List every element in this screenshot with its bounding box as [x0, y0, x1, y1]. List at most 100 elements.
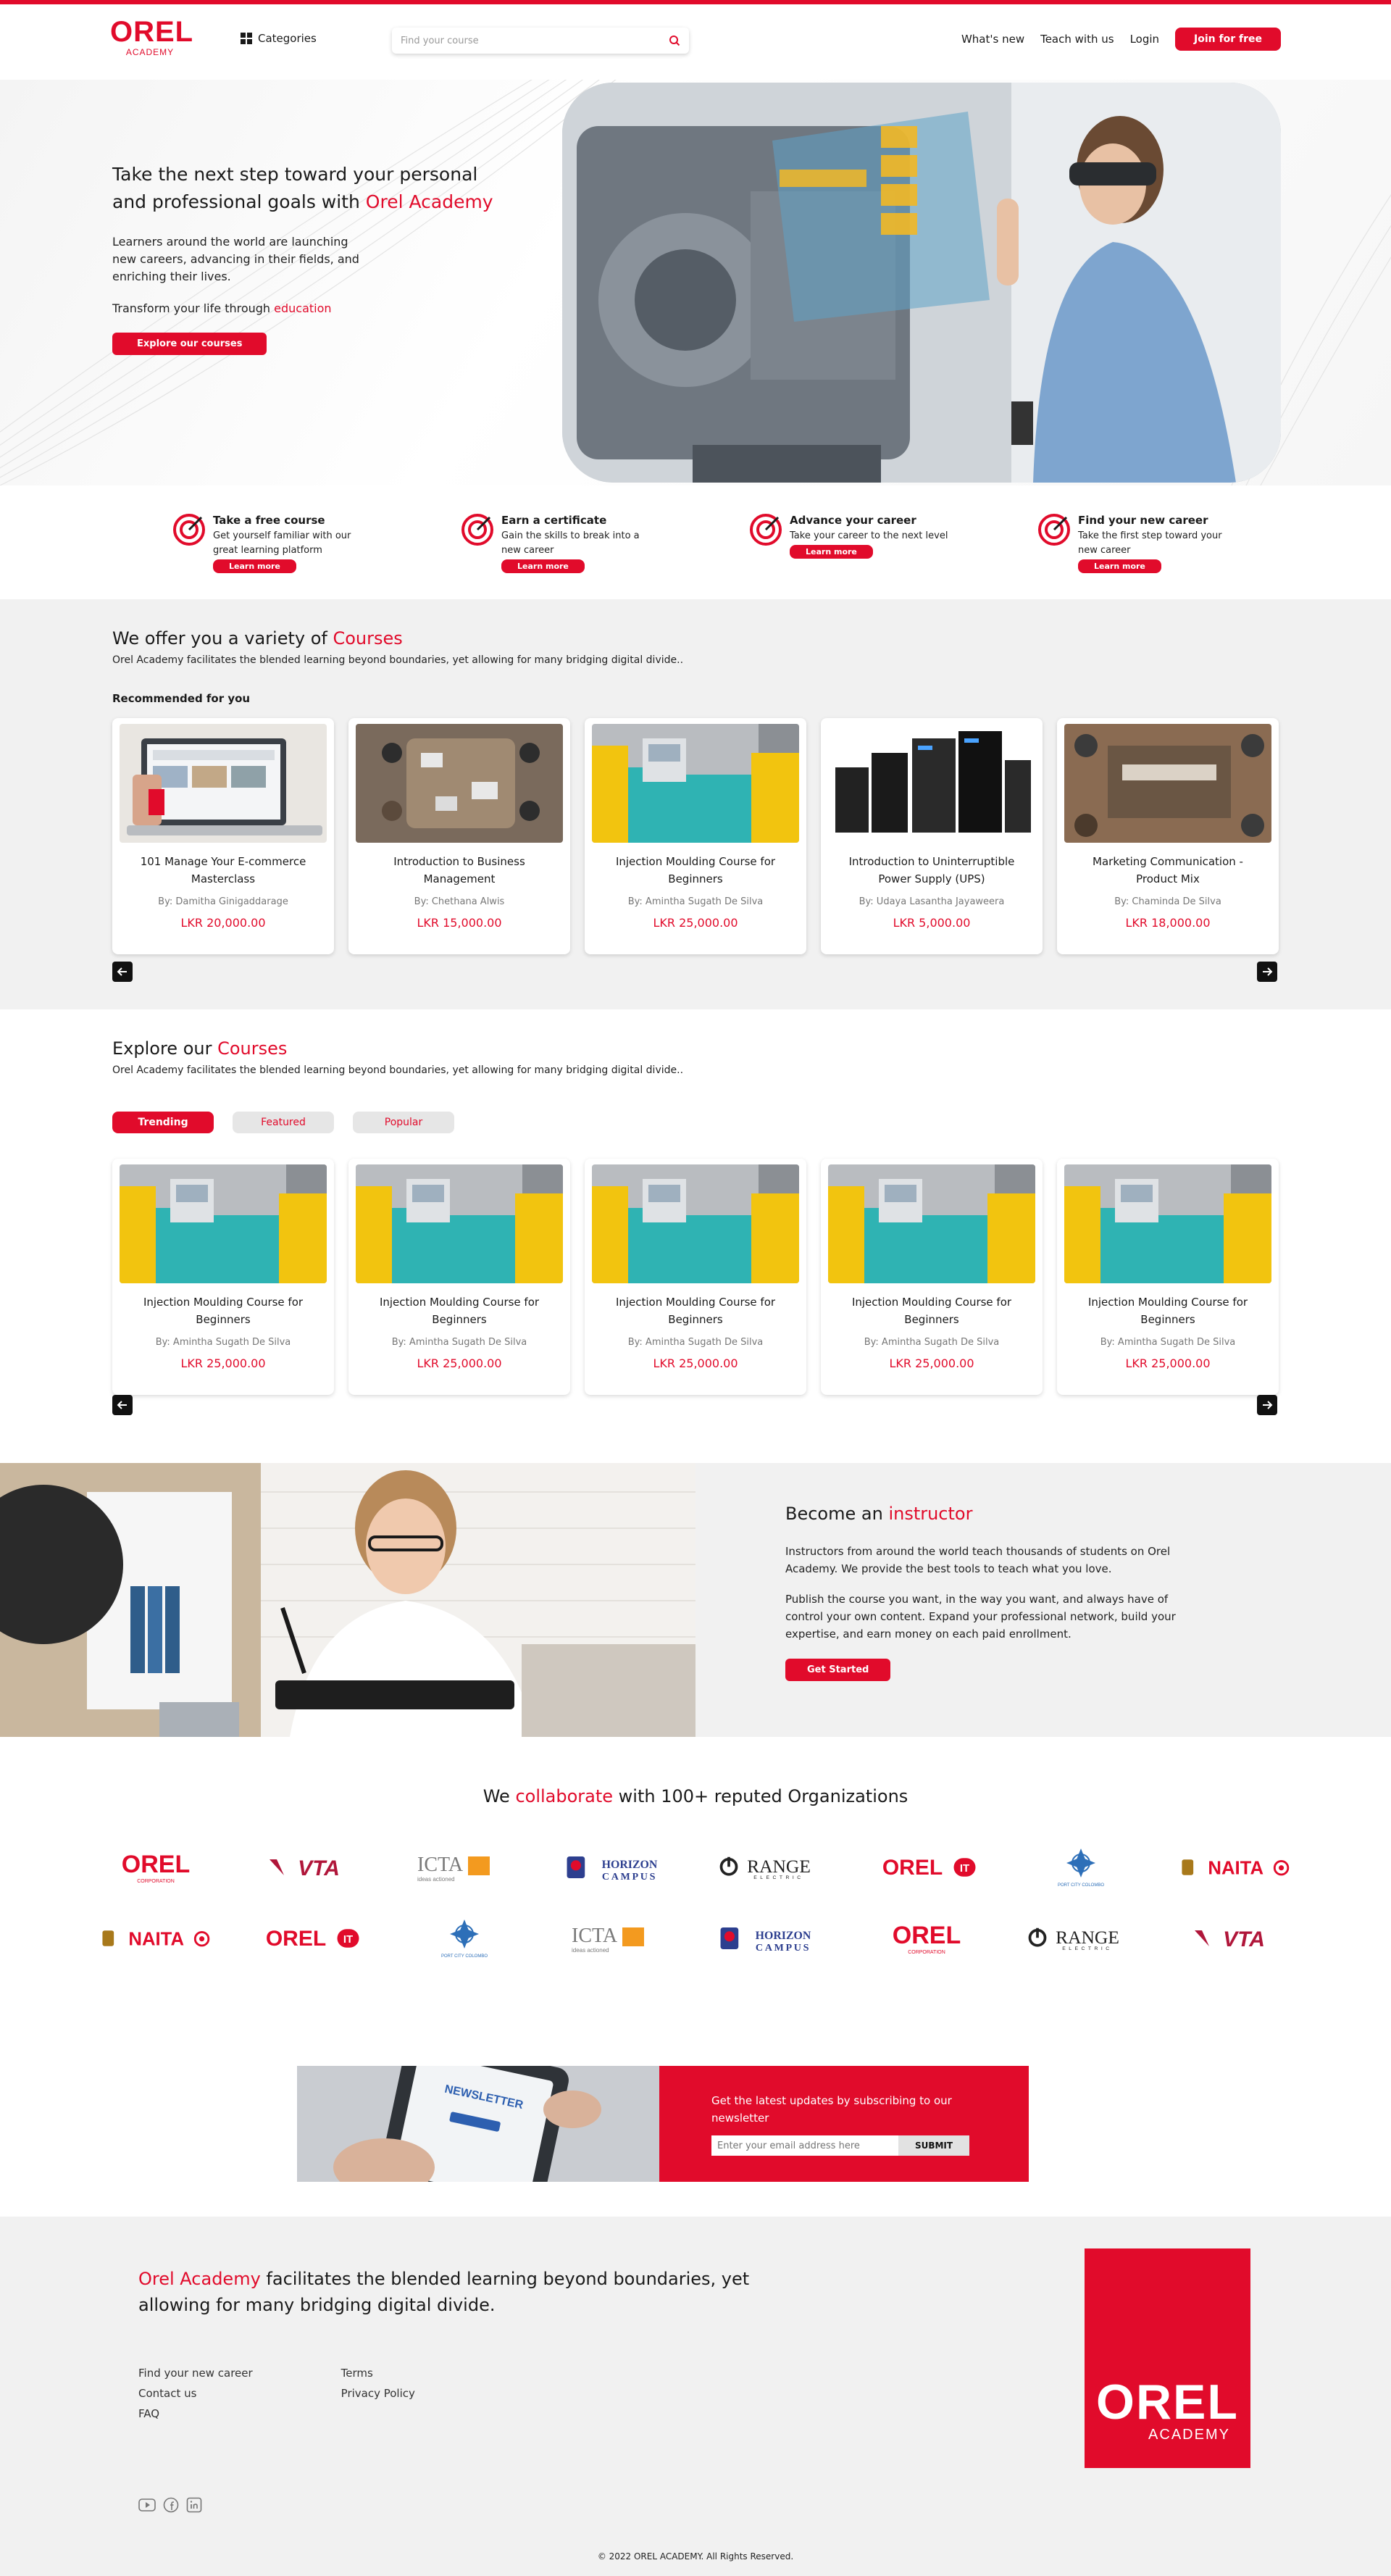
course-author: By: Udaya Lasantha Jayaweera	[859, 896, 1005, 907]
carousel-prev-button[interactable]	[112, 962, 133, 982]
course-card[interactable]: Injection Moulding Course for Beginners …	[821, 1159, 1043, 1395]
instructor-paragraph-1: Instructors from around the world teach …	[785, 1545, 1171, 1575]
newsletter-section: NEWSLETTER Get the latest updates by sub…	[0, 2041, 1391, 2217]
feature-desc: Get yourself familiar with our great lea…	[213, 530, 351, 556]
orel-academy-logo[interactable]: OREL ACADEMY	[110, 17, 193, 58]
course-title: Injection Moulding Course for Beginners	[615, 1296, 776, 1326]
search-input[interactable]	[401, 35, 669, 46]
learn-more-button[interactable]: Learn more	[213, 559, 296, 573]
orel-corporation-logo: OREL CORPORATION	[872, 1917, 981, 1960]
offer-title-prefix: We offer you a variety of	[112, 628, 333, 649]
footer-link-faq[interactable]: FAQ	[138, 2404, 253, 2424]
svg-text:OREL: OREL	[882, 1856, 943, 1880]
get-started-button[interactable]: Get Started	[785, 1659, 891, 1681]
tab-popular[interactable]: Popular	[353, 1112, 454, 1133]
course-card[interactable]: Introduction to Uninterruptible Power Su…	[821, 718, 1043, 954]
svg-text:HORIZON: HORIZON	[601, 1859, 657, 1871]
instructor-title: Become an instructor	[785, 1504, 1177, 1524]
nav-whats-new[interactable]: What's new	[961, 33, 1024, 46]
svg-text:ELECTRIC: ELECTRIC	[754, 1875, 804, 1880]
svg-text:CAMPUS: CAMPUS	[601, 1871, 656, 1883]
search-icon[interactable]	[669, 35, 680, 46]
top-nav: What's new Teach with us Login Join for …	[961, 28, 1281, 51]
footer-link-terms[interactable]: Terms	[341, 2363, 415, 2383]
nav-login[interactable]: Login	[1130, 33, 1159, 46]
youtube-icon[interactable]	[138, 2497, 156, 2513]
newsletter-email-input[interactable]	[711, 2135, 898, 2156]
carousel-next-button[interactable]	[1257, 1395, 1277, 1415]
recommended-carousel: 101 Manage Your E-commerce Masterclass B…	[112, 718, 1279, 954]
course-card[interactable]: Injection Moulding Course for Beginners …	[1057, 1159, 1279, 1395]
target-icon	[1038, 514, 1070, 546]
orel-corporation-logo: OREL CORPORATION	[101, 1846, 210, 1889]
svg-text:CORPORATION: CORPORATION	[908, 1950, 945, 1955]
hero-title: Take the next step toward your personal …	[112, 161, 518, 216]
offer-title-highlight: Courses	[333, 628, 403, 649]
course-card[interactable]: Marketing Communication - Product Mix By…	[1057, 718, 1279, 954]
course-card[interactable]: Injection Moulding Course for Beginners …	[585, 1159, 806, 1395]
feature-desc: Take the first step toward your new care…	[1078, 530, 1222, 556]
course-thumbnail	[356, 1164, 563, 1283]
copyright: © 2022 OREL ACADEMY. All Rights Reserved…	[597, 2551, 794, 2562]
explore-courses-button[interactable]: Explore our courses	[112, 333, 267, 355]
learn-more-button[interactable]: Learn more	[1078, 559, 1161, 573]
tab-featured[interactable]: Featured	[233, 1112, 334, 1133]
course-price: LKR 20,000.00	[180, 916, 266, 930]
orange-electric-logo: RANGE ELECTRIC	[1027, 1917, 1135, 1960]
svg-text:VTA: VTA	[1223, 1927, 1265, 1951]
partner-logos-row-2: NAITA OREL IT PORT CITY COLOMBO ICTA ideas…	[101, 1917, 1290, 1960]
join-for-free-button[interactable]: Join for free	[1175, 28, 1281, 51]
carousel-prev-button[interactable]	[112, 1395, 133, 1415]
footer-tagline-highlight: Orel Academy	[138, 2269, 261, 2289]
footer-link-contact[interactable]: Contact us	[138, 2383, 253, 2404]
footer-link-privacy[interactable]: Privacy Policy	[341, 2383, 415, 2404]
course-card[interactable]: Injection Moulding Course for Beginners …	[112, 1159, 334, 1395]
course-card[interactable]: Injection Moulding Course for Beginners …	[585, 718, 806, 954]
categories-menu[interactable]: Categories	[241, 32, 317, 45]
carousel-next-button[interactable]	[1257, 962, 1277, 982]
naita-logo: NAITA	[1181, 1846, 1290, 1889]
newsletter-form: SUBMIT	[711, 2135, 1029, 2156]
nav-teach-with-us[interactable]: Teach with us	[1040, 33, 1114, 46]
course-card[interactable]: Introduction to Business Management By: …	[348, 718, 570, 954]
hero-title-prefix: and professional goals with	[112, 191, 366, 212]
explore-carousel: Injection Moulding Course for Beginners …	[112, 1159, 1279, 1395]
learn-more-button[interactable]: Learn more	[790, 545, 873, 559]
linkedin-icon[interactable]	[186, 2497, 202, 2513]
collab-title-prefix: We	[483, 1786, 516, 1806]
arrow-left-icon	[117, 1401, 127, 1409]
footer-links: Find your new career Contact us FAQ Term…	[138, 2363, 415, 2424]
become-instructor-section: Become an instructor Instructors from ar…	[0, 1463, 1391, 1737]
instructor-paragraph-2: Publish the course you want, in the way …	[785, 1593, 1176, 1641]
course-thumbnail	[356, 724, 563, 843]
svg-text:OREL: OREL	[266, 1927, 326, 1951]
explore-courses-section: Explore our Courses Orel Academy facilit…	[0, 1009, 1391, 1463]
course-thumbnail	[120, 724, 327, 843]
course-author: By: Amintha Sugath De Silva	[627, 1337, 764, 1348]
arrow-right-icon	[1263, 967, 1273, 976]
course-author: By: Chethana Alwis	[414, 896, 505, 907]
course-card[interactable]: 101 Manage Your E-commerce Masterclass B…	[112, 718, 334, 954]
course-price: LKR 15,000.00	[417, 916, 502, 930]
course-thumbnail	[1064, 1164, 1271, 1283]
svg-text:RANGE: RANGE	[1056, 1927, 1119, 1948]
hero-section: Take the next step toward your personal …	[0, 80, 1391, 485]
footer-link-find-career[interactable]: Find your new career	[138, 2363, 253, 2383]
course-price: LKR 25,000.00	[180, 1356, 266, 1370]
newsletter-form-area: Get the latest updates by subscribing to…	[659, 2066, 1029, 2182]
course-card[interactable]: Injection Moulding Course for Beginners …	[348, 1159, 570, 1395]
partner-logos-row-1: OREL CORPORATION VTA ICTA ideas actioned H…	[101, 1846, 1290, 1889]
hero-description: Learners around the world are launching …	[112, 235, 359, 283]
arrow-right-icon	[1263, 1401, 1273, 1409]
course-thumbnail	[1064, 724, 1271, 843]
svg-text:ICTA: ICTA	[572, 1925, 618, 1947]
tab-trending[interactable]: Trending	[112, 1112, 214, 1133]
hero-title-line1: Take the next step toward your personal	[112, 164, 478, 185]
feature-new-career: Find your new career Take the first step…	[1037, 513, 1277, 573]
hero-title-line2: and professional goals with Orel Academy	[112, 188, 518, 216]
learn-more-button[interactable]: Learn more	[501, 559, 585, 573]
port-city-colombo-logo: PORT CITY COLOMBO	[410, 1917, 519, 1960]
svg-text:PORT CITY COLOMBO: PORT CITY COLOMBO	[441, 1954, 488, 1959]
facebook-icon[interactable]	[163, 2497, 179, 2513]
newsletter-submit-button[interactable]: SUBMIT	[898, 2135, 969, 2156]
